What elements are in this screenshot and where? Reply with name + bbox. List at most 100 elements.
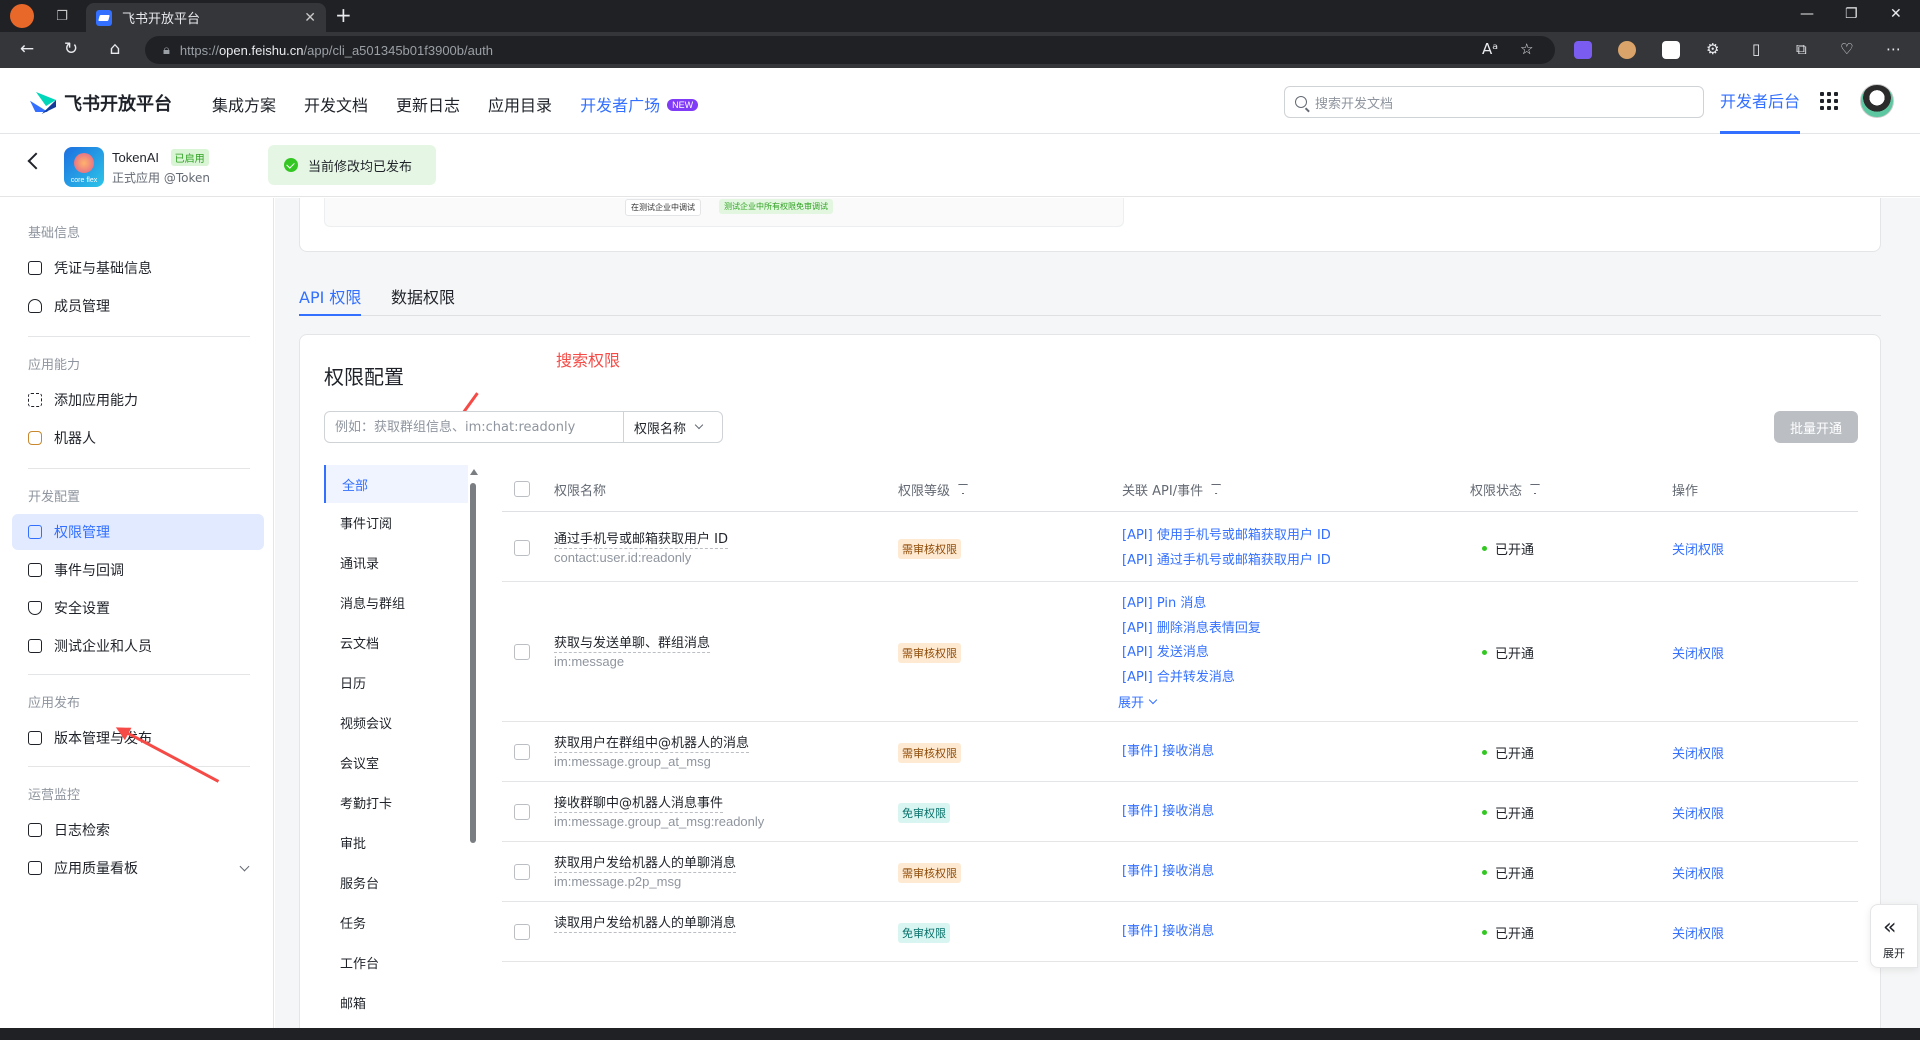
split-screen-icon[interactable]: ▯ bbox=[1752, 40, 1760, 58]
extension-icon[interactable] bbox=[1618, 41, 1636, 59]
close-permission-link[interactable]: 关闭权限 bbox=[1672, 923, 1724, 942]
related-api-link[interactable]: [API] 通过手机号或邮箱获取用户 ID bbox=[1122, 549, 1331, 568]
expand-panel-button[interactable]: « 展开 bbox=[1870, 904, 1918, 968]
sidebar-item-bot[interactable]: 机器人 bbox=[12, 420, 264, 456]
more-menu-icon[interactable]: ⋯ bbox=[1886, 40, 1901, 58]
extension-icon[interactable] bbox=[1574, 41, 1592, 59]
category-scrollbar[interactable] bbox=[470, 483, 476, 843]
category-item[interactable]: 邮箱 bbox=[324, 983, 468, 1021]
close-tab-icon[interactable]: ✕ bbox=[304, 10, 316, 26]
row-checkbox[interactable] bbox=[514, 924, 530, 940]
permission-status: 已开通 bbox=[1482, 803, 1534, 822]
reload-icon[interactable]: ↻ bbox=[60, 39, 82, 59]
scroll-up-icon[interactable] bbox=[470, 469, 478, 475]
column-header-api[interactable]: 关联 API/事件 bbox=[1122, 465, 1222, 513]
browser-toolbar: ← ↻ ⌂ 🔒︎ https://open.feishu.cn/app/cli_… bbox=[0, 32, 1920, 68]
sidebar-item-logs[interactable]: 日志检索 bbox=[12, 812, 264, 848]
nav-app-directory[interactable]: 应用目录 bbox=[488, 92, 552, 116]
select-all-checkbox[interactable] bbox=[514, 481, 530, 497]
category-item[interactable]: 审批 bbox=[324, 823, 468, 861]
extensions-puzzle-icon[interactable]: ⚙ bbox=[1706, 40, 1719, 58]
sidebar-item-add-capability[interactable]: 添加应用能力 bbox=[12, 382, 264, 418]
close-permission-link[interactable]: 关闭权限 bbox=[1672, 539, 1724, 558]
category-item[interactable]: 日历 bbox=[324, 663, 468, 701]
feishu-logo[interactable]: 飞书开放平台 bbox=[30, 90, 172, 116]
category-item[interactable]: 消息与群组 bbox=[324, 583, 468, 621]
row-checkbox[interactable] bbox=[514, 644, 530, 660]
nav-changelog[interactable]: 更新日志 bbox=[396, 92, 460, 116]
browser-tab[interactable]: 飞书开放平台 ✕ bbox=[86, 3, 326, 32]
category-item[interactable]: 考勤打卡 bbox=[324, 783, 468, 821]
related-api-link[interactable]: [事件] 接收消息 bbox=[1122, 860, 1214, 879]
close-permission-link[interactable]: 关闭权限 bbox=[1672, 863, 1724, 882]
x-extension-icon[interactable] bbox=[1662, 41, 1680, 59]
close-permission-link[interactable]: 关闭权限 bbox=[1672, 743, 1724, 762]
category-all[interactable]: 全部 bbox=[324, 465, 468, 503]
workspaces-icon[interactable]: ❐ bbox=[50, 4, 74, 28]
sidebar-item-members[interactable]: 成员管理 bbox=[12, 288, 264, 324]
nav-integration[interactable]: 集成方案 bbox=[212, 92, 276, 116]
related-api-link[interactable]: [API] 使用手机号或邮箱获取用户 ID bbox=[1122, 524, 1331, 543]
row-checkbox[interactable] bbox=[514, 540, 530, 556]
column-header-status[interactable]: 权限状态 bbox=[1470, 465, 1541, 513]
related-api-link[interactable]: [API] 合并转发消息 bbox=[1122, 666, 1235, 685]
favorite-star-icon[interactable]: ☆ bbox=[1520, 40, 1533, 58]
back-arrow-icon[interactable] bbox=[27, 152, 45, 170]
tab-api-permissions[interactable]: API 权限 bbox=[299, 284, 362, 316]
filter-icon[interactable] bbox=[1211, 484, 1222, 494]
address-bar[interactable]: 🔒︎ https://open.feishu.cn/app/cli_a50134… bbox=[145, 36, 1555, 64]
doc-search-input[interactable]: 搜索开发文档 bbox=[1284, 86, 1704, 118]
close-permission-link[interactable]: 关闭权限 bbox=[1672, 803, 1724, 822]
expand-apis-button[interactable]: 展开 bbox=[1118, 692, 1158, 711]
batch-enable-button[interactable]: 批量开通 bbox=[1774, 411, 1858, 443]
filter-icon[interactable] bbox=[958, 484, 969, 494]
restore-icon[interactable]: ❐ bbox=[1845, 6, 1858, 22]
category-item[interactable]: 任务 bbox=[324, 903, 468, 941]
collections-icon[interactable]: ⧉ bbox=[1796, 40, 1807, 58]
related-api-link[interactable]: [API] Pin 消息 bbox=[1122, 592, 1206, 611]
avatar[interactable] bbox=[1860, 84, 1894, 118]
sidebar-item-events[interactable]: 事件与回调 bbox=[12, 552, 264, 588]
sidebar-divider bbox=[28, 674, 250, 675]
read-aloud-icon[interactable]: Aᵃ bbox=[1482, 40, 1498, 58]
tab-data-permissions[interactable]: 数据权限 bbox=[391, 284, 455, 308]
category-item[interactable]: 工作台 bbox=[324, 943, 468, 981]
sidebar-item-security[interactable]: 安全设置 bbox=[12, 590, 264, 626]
sidebar-item-permissions[interactable]: 权限管理 bbox=[12, 514, 264, 550]
browser-profile-icon[interactable] bbox=[10, 4, 34, 28]
category-item[interactable]: 视频会议 bbox=[324, 703, 468, 741]
related-api-link[interactable]: [API] 发送消息 bbox=[1122, 641, 1209, 660]
row-checkbox[interactable] bbox=[514, 744, 530, 760]
sidebar-item-quality[interactable]: 应用质量看板 bbox=[12, 850, 264, 886]
home-icon[interactable]: ⌂ bbox=[104, 39, 126, 59]
browser-essentials-icon[interactable]: ♡ bbox=[1840, 40, 1853, 58]
developer-console-link[interactable]: 开发者后台 bbox=[1720, 88, 1801, 134]
related-api-link[interactable]: [事件] 接收消息 bbox=[1122, 800, 1214, 819]
tab-title: 飞书开放平台 bbox=[122, 12, 201, 27]
row-checkbox[interactable] bbox=[514, 804, 530, 820]
column-header-level[interactable]: 权限等级 bbox=[898, 465, 969, 513]
nav-docs[interactable]: 开发文档 bbox=[304, 92, 368, 116]
category-item[interactable]: 通讯录 bbox=[324, 543, 468, 581]
back-icon[interactable]: ← bbox=[16, 39, 38, 59]
close-permission-link[interactable]: 关闭权限 bbox=[1672, 643, 1724, 662]
category-item[interactable]: 事件订阅 bbox=[324, 503, 468, 541]
row-checkbox[interactable] bbox=[514, 864, 530, 880]
related-api-link[interactable]: [事件] 接收消息 bbox=[1122, 920, 1214, 939]
related-api-link[interactable]: [事件] 接收消息 bbox=[1122, 740, 1214, 759]
sidebar-item-test-tenants[interactable]: 测试企业和人员 bbox=[12, 628, 264, 664]
category-item[interactable]: 云文档 bbox=[324, 623, 468, 661]
sidebar-item-credentials[interactable]: 凭证与基础信息 bbox=[12, 250, 264, 286]
category-item[interactable]: 会议室 bbox=[324, 743, 468, 781]
close-window-icon[interactable]: ✕ bbox=[1890, 6, 1902, 22]
minimize-icon[interactable]: — bbox=[1800, 6, 1814, 22]
search-field-select[interactable]: 权限名称 bbox=[623, 411, 723, 443]
category-item[interactable]: 服务台 bbox=[324, 863, 468, 901]
permission-search-input[interactable] bbox=[324, 411, 624, 443]
filter-icon[interactable] bbox=[1530, 484, 1541, 494]
new-tab-icon[interactable]: + bbox=[335, 3, 352, 27]
nav-developer-square[interactable]: 开发者广场 NEW bbox=[580, 92, 699, 116]
permission-level-badge: 免审权限 bbox=[898, 923, 950, 943]
related-api-link[interactable]: [API] 删除消息表情回复 bbox=[1122, 617, 1261, 636]
apps-grid-icon[interactable] bbox=[1820, 92, 1838, 110]
